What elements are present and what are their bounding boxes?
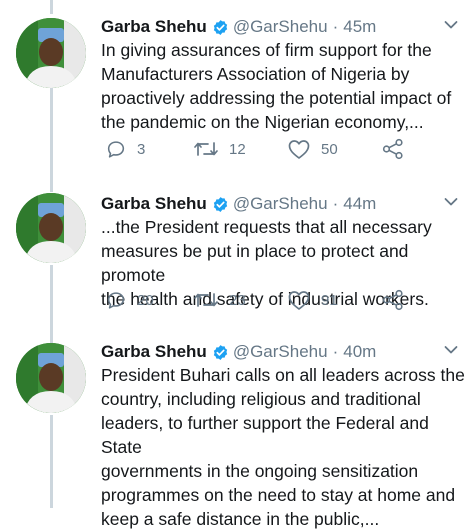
reply-icon bbox=[107, 141, 125, 158]
thread-line bbox=[50, 415, 53, 508]
retweet-icon bbox=[194, 293, 218, 307]
like-icon bbox=[288, 140, 310, 159]
like-button[interactable]: 91 bbox=[287, 289, 338, 311]
retweet-icon bbox=[194, 142, 218, 156]
retweet-button[interactable]: 12 bbox=[193, 138, 246, 160]
verified-badge-icon bbox=[213, 344, 227, 360]
reply-button[interactable]: 3 bbox=[105, 138, 145, 160]
handle[interactable]: @GarShehu bbox=[233, 339, 328, 365]
display-name[interactable]: Garba Shehu bbox=[101, 14, 207, 40]
thread-line bbox=[50, 88, 53, 192]
separator: · bbox=[332, 342, 339, 361]
timestamp[interactable]: 45m bbox=[343, 14, 376, 40]
tweet-header: Garba Shehu @GarShehu · 44m bbox=[101, 191, 376, 217]
handle[interactable]: @GarShehu bbox=[233, 191, 328, 217]
reply-icon bbox=[107, 292, 125, 309]
reply-count: 3 bbox=[137, 140, 146, 158]
chevron-down-icon[interactable] bbox=[444, 20, 458, 30]
timestamp[interactable]: 40m bbox=[343, 339, 376, 365]
like-count: 50 bbox=[321, 140, 338, 158]
handle[interactable]: @GarShehu bbox=[233, 14, 328, 40]
share-icon bbox=[382, 289, 403, 311]
tweet-header: Garba Shehu @GarShehu · 40m bbox=[101, 339, 376, 365]
chevron-down-icon[interactable] bbox=[444, 345, 458, 355]
like-icon bbox=[288, 291, 310, 310]
thread-line bbox=[50, 265, 53, 343]
timestamp[interactable]: 44m bbox=[343, 191, 376, 217]
retweet-button[interactable]: 23 bbox=[193, 289, 246, 311]
avatar[interactable] bbox=[16, 18, 86, 88]
verified-badge-icon bbox=[213, 196, 227, 212]
separator: · bbox=[332, 194, 339, 213]
tweet-text: In giving assurances of firm support for… bbox=[101, 40, 452, 132]
retweet-count: 23 bbox=[229, 291, 246, 309]
thread-line bbox=[50, 0, 53, 14]
like-count: 91 bbox=[321, 291, 338, 309]
tweet-actions: 3 12 50 bbox=[101, 138, 431, 162]
share-button[interactable] bbox=[382, 138, 404, 160]
reply-button[interactable]: 20 bbox=[105, 289, 154, 311]
share-button[interactable] bbox=[382, 289, 404, 311]
share-icon bbox=[382, 138, 403, 160]
avatar[interactable] bbox=[16, 193, 86, 263]
chevron-down-icon[interactable] bbox=[444, 197, 458, 207]
tweet-actions: 20 23 91 bbox=[101, 289, 431, 313]
separator: · bbox=[332, 17, 339, 36]
display-name[interactable]: Garba Shehu bbox=[101, 191, 207, 217]
reply-count: 20 bbox=[137, 291, 154, 309]
retweet-count: 12 bbox=[229, 140, 246, 158]
tweet-text: President Buhari calls on all leaders ac… bbox=[101, 365, 465, 529]
like-button[interactable]: 50 bbox=[287, 138, 338, 160]
avatar[interactable] bbox=[16, 343, 86, 413]
display-name[interactable]: Garba Shehu bbox=[101, 339, 207, 365]
tweet-header: Garba Shehu @GarShehu · 45m bbox=[101, 14, 376, 40]
verified-badge-icon bbox=[213, 19, 227, 35]
